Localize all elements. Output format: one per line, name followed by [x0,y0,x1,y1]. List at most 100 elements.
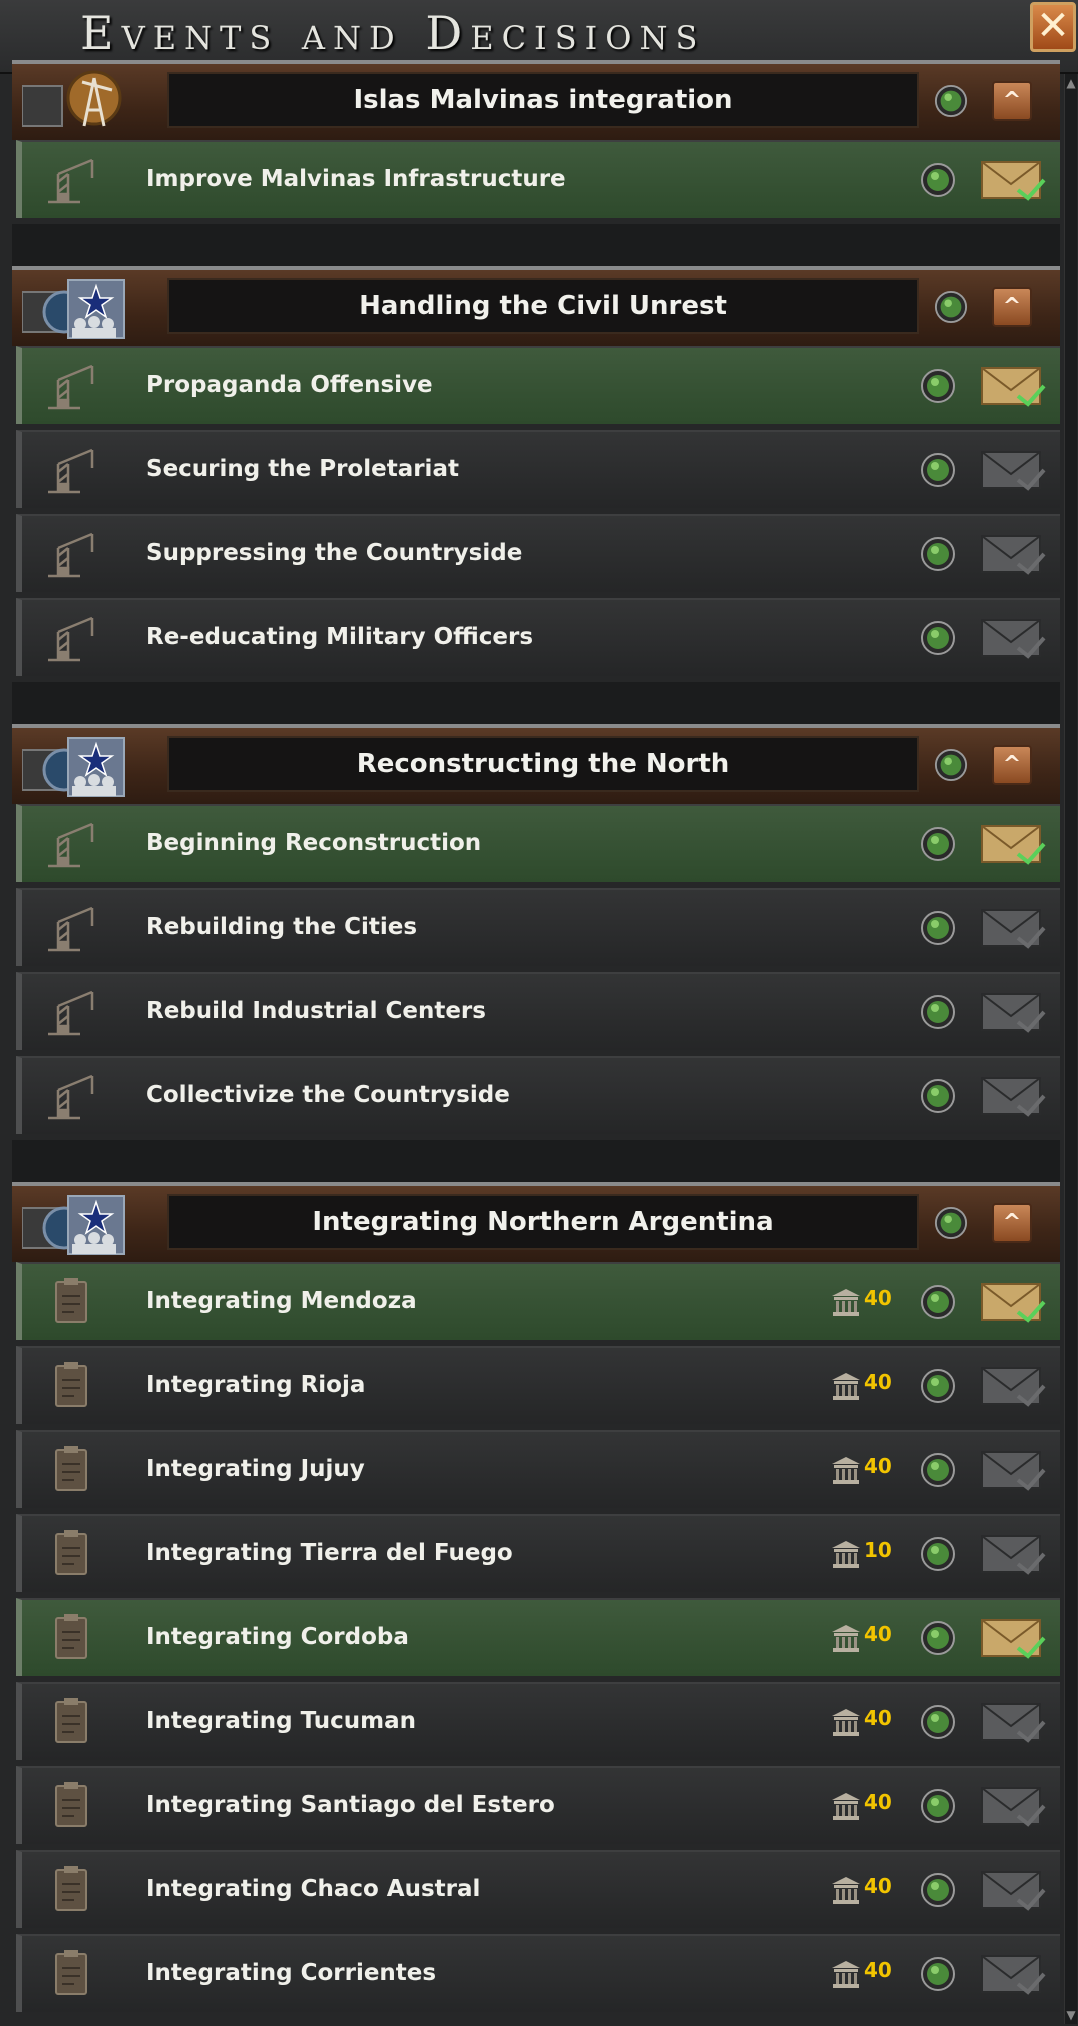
envelope-check-icon[interactable] [978,614,1048,662]
status-dot-icon [920,1788,956,1824]
cost-value: 40 [864,1370,892,1394]
decision-row[interactable]: Integrating Cordoba 40 [16,1598,1060,1676]
envelope-check-icon[interactable] [978,1950,1048,1998]
category-spacer [12,1140,1060,1182]
decision-label: Integrating Santiago del Estero [146,1792,555,1818]
decision-row[interactable]: Re-educating Military Officers [16,598,1060,676]
political-power-icon [830,1874,862,1910]
cost-value: 40 [864,1958,892,1982]
communist-star-crowd-icon [21,1190,132,1256]
decision-label: Integrating Chaco Austral [146,1876,481,1902]
scroll-up-arrow-icon[interactable]: ▲ [1065,74,1077,92]
cost-value: 40 [864,1622,892,1646]
collapse-button[interactable]: ^ [992,1203,1032,1243]
envelope-check-icon[interactable] [978,362,1048,410]
status-dot-icon [920,536,956,572]
decision-list: Islas Malvinas integration ^ Improve Malvi… [12,60,1060,2020]
category-spacer [12,682,1060,724]
envelope-check-icon[interactable] [978,1072,1048,1120]
status-dot-icon [920,1078,956,1114]
decision-label: Integrating Tierra del Fuego [146,1540,513,1566]
decision-row[interactable]: Suppressing the Countryside [16,514,1060,592]
envelope-check-icon[interactable] [978,530,1048,578]
status-dot-icon [920,368,956,404]
decision-row[interactable]: Rebuild Industrial Centers [16,972,1060,1050]
decision-row[interactable]: Improve Malvinas Infrastructure [16,140,1060,218]
collapse-button[interactable]: ^ [992,745,1032,785]
decision-label: Integrating Rioja [146,1372,366,1398]
category-title: Integrating Northern Argentina [167,1194,919,1250]
category-header[interactable]: Integrating Northern Argentina ^ [12,1182,1060,1262]
envelope-check-icon[interactable] [978,1698,1048,1746]
decision-row[interactable]: Integrating Corrientes 40 [16,1934,1060,2012]
document-icon [40,1358,102,1414]
decision-row[interactable]: Collectivize the Countryside [16,1056,1060,1134]
cost-value: 40 [864,1286,892,1310]
decision-row[interactable]: Integrating Santiago del Estero 40 [16,1766,1060,1844]
category-header[interactable]: Handling the Civil Unrest ^ [12,266,1060,346]
close-button[interactable]: ✕ [1030,2,1076,52]
envelope-check-icon[interactable] [978,904,1048,952]
political-power-icon [830,1286,862,1322]
political-power-cost: 10 [830,1536,896,1570]
decision-row[interactable]: Integrating Mendoza 40 [16,1262,1060,1340]
envelope-check-icon[interactable] [978,1446,1048,1494]
category-title: Handling the Civil Unrest [167,278,919,334]
envelope-check-icon[interactable] [978,446,1048,494]
decision-label: Improve Malvinas Infrastructure [146,166,566,192]
status-dot-icon [920,1620,956,1656]
cost-value: 40 [864,1874,892,1898]
collapse-button[interactable]: ^ [992,287,1032,327]
crane-icon [40,442,102,498]
envelope-check-icon[interactable] [978,1362,1048,1410]
status-dot-icon [920,1956,956,1992]
decision-row[interactable]: Integrating Chaco Austral 40 [16,1850,1060,1928]
decision-row[interactable]: Integrating Rioja 40 [16,1346,1060,1424]
status-dot-icon [920,1368,956,1404]
decision-row[interactable]: Integrating Tierra del Fuego 10 [16,1514,1060,1592]
document-icon [40,1862,102,1918]
decision-row[interactable]: Rebuilding the Cities [16,888,1060,966]
envelope-check-icon[interactable] [978,1530,1048,1578]
category-header[interactable]: Islas Malvinas integration ^ [12,60,1060,140]
decision-label: Rebuild Industrial Centers [146,998,486,1024]
category-header[interactable]: Reconstructing the North ^ [12,724,1060,804]
document-icon [40,1526,102,1582]
scrollbar[interactable]: ▲ ▼ [1064,74,1077,2024]
crane-icon [40,526,102,582]
document-icon [40,1778,102,1834]
decision-label: Integrating Jujuy [146,1456,365,1482]
status-dot-icon [920,994,956,1030]
status-dot-icon [920,1536,956,1572]
document-icon [40,1274,102,1330]
envelope-check-icon[interactable] [978,1278,1048,1326]
envelope-check-icon[interactable] [978,1782,1048,1830]
envelope-check-icon[interactable] [978,1614,1048,1662]
decision-row[interactable]: Securing the Proletariat [16,430,1060,508]
decision-label: Collectivize the Countryside [146,1082,510,1108]
envelope-check-icon[interactable] [978,988,1048,1036]
status-dot-icon [934,84,968,118]
status-dot-icon [920,1872,956,1908]
political-power-cost: 40 [830,1368,896,1402]
political-power-icon [830,1622,862,1658]
collapse-button[interactable]: ^ [992,81,1032,121]
decision-label: Propaganda Offensive [146,372,433,398]
political-power-cost: 40 [830,1956,896,1990]
envelope-check-icon[interactable] [978,156,1048,204]
cost-value: 40 [864,1790,892,1814]
decision-label: Beginning Reconstruction [146,830,482,856]
status-dot-icon [920,1284,956,1320]
decision-row[interactable]: Beginning Reconstruction [16,804,1060,882]
decision-row[interactable]: Propaganda Offensive [16,346,1060,424]
decision-row[interactable]: Integrating Jujuy 40 [16,1430,1060,1508]
envelope-check-icon[interactable] [978,1866,1048,1914]
status-dot-icon [920,910,956,946]
decision-row[interactable]: Integrating Tucuman 40 [16,1682,1060,1760]
document-icon [40,1442,102,1498]
document-icon [40,1946,102,2002]
scroll-down-arrow-icon[interactable]: ▼ [1065,2006,1077,2024]
political-power-icon [830,1790,862,1826]
envelope-check-icon[interactable] [978,820,1048,868]
crane-icon [40,358,102,414]
